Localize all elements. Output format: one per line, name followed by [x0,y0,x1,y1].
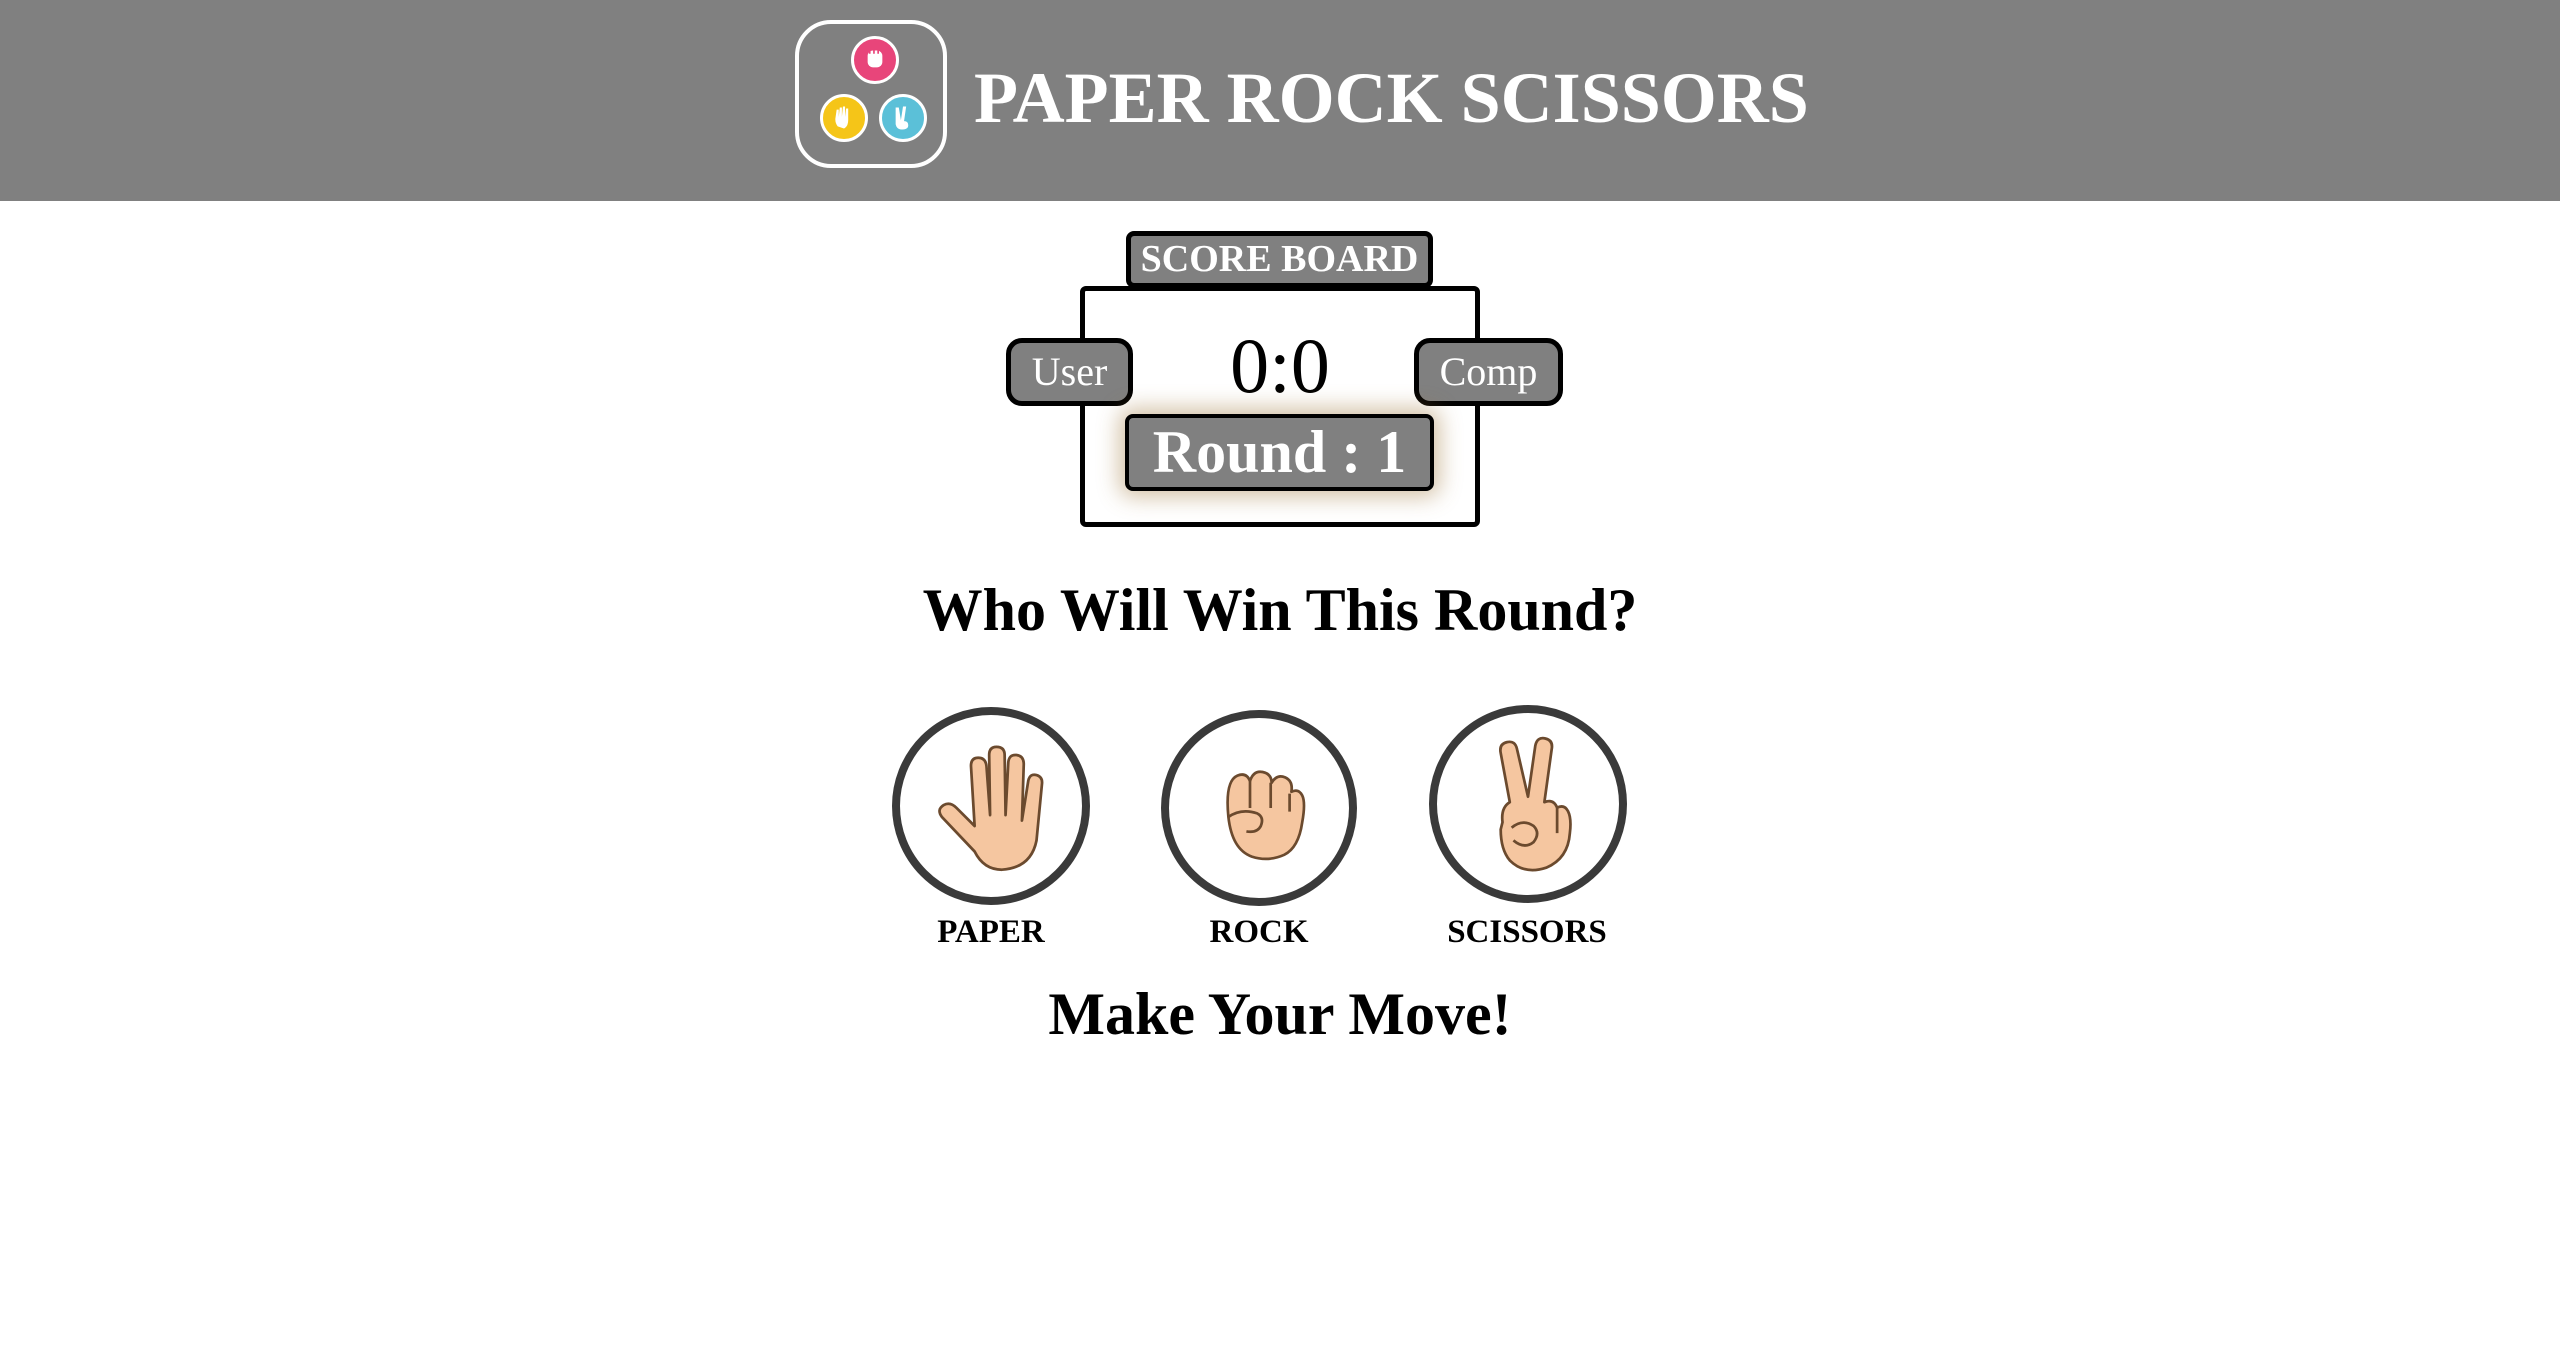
paper-button[interactable] [892,707,1090,905]
rock-label: ROCK [1209,914,1309,950]
make-move-prompt: Make Your Move! [1048,981,1512,1047]
app-title: PAPER ROCK SCISSORS [974,58,1809,138]
scissors-button[interactable] [1429,705,1627,903]
peace-hand-icon [879,94,927,142]
fist-icon [1226,770,1306,861]
open-hand-icon [820,94,868,142]
comp-badge: Comp [1414,338,1563,406]
open-hand-icon [938,745,1044,872]
score-display: 0:0 [1230,322,1330,409]
paper-label: PAPER [937,914,1045,950]
fist-icon [851,36,899,84]
scissors-label: SCISSORS [1447,914,1607,950]
rock-button[interactable] [1161,710,1357,906]
scoreboard-label: SCORE BOARD [1126,231,1433,288]
round-indicator: Round : 1 [1125,414,1434,491]
app-header: PAPER ROCK SCISSORS [0,0,2560,201]
peace-hand-icon [1499,736,1572,872]
round-question: Who Will Win This Round? [922,577,1638,643]
app-logo [795,20,947,168]
user-badge: User [1006,338,1133,406]
